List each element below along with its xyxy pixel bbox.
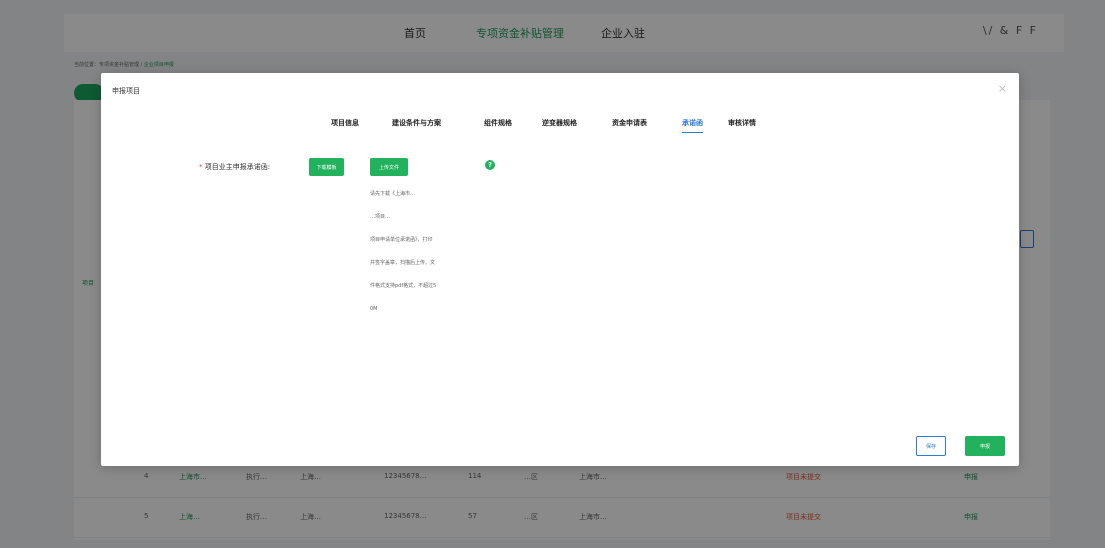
upload-hint-text: 请先下载《上海市… …项目… 项目申请单位承诺函》，打印 并签字盖章，扫描后上传… [370, 183, 500, 321]
tab-inverter-spec[interactable]: 逆变器规格 [542, 118, 577, 128]
tab-review-details[interactable]: 审核详情 [728, 118, 756, 128]
tab-commitment-letter[interactable]: 承诺函 [682, 118, 703, 133]
tab-fund-application[interactable]: 资金申请表 [612, 118, 647, 128]
tab-project-info[interactable]: 项目信息 [331, 118, 359, 128]
hint-line: …项目… [370, 214, 391, 220]
hint-line: 并签字盖章，扫描后上传。文 [370, 260, 436, 266]
save-button[interactable]: 保存 [916, 436, 946, 456]
download-template-button[interactable]: 下载模板 [309, 158, 344, 176]
hint-line: 请先下载《上海市… [370, 191, 416, 197]
submit-button[interactable]: 申报 [965, 436, 1005, 456]
help-icon[interactable]: ? [485, 160, 495, 170]
commitment-letter-label-text: 项目业主申报承诺函: [204, 163, 271, 171]
close-icon[interactable]: × [998, 82, 1007, 95]
hint-line: 0M [370, 306, 378, 312]
modal-title: 申报项目 [112, 87, 140, 95]
apply-project-modal: 申报项目 × 项目信息 建设条件与方案 组件规格 逆变器规格 资金申请表 承诺函… [101, 73, 1019, 466]
upload-file-button[interactable]: 上传文件 [370, 158, 408, 176]
hint-line: 件格式支持pdf格式，不超过5 [370, 283, 437, 289]
commitment-letter-label: * 项目业主申报承诺函: [199, 162, 270, 172]
tab-module-spec[interactable]: 组件规格 [484, 118, 512, 128]
required-mark: * [199, 163, 203, 171]
tab-construction-plan[interactable]: 建设条件与方案 [392, 118, 441, 128]
hint-line: 项目申请单位承诺函》，打印 [370, 237, 433, 243]
